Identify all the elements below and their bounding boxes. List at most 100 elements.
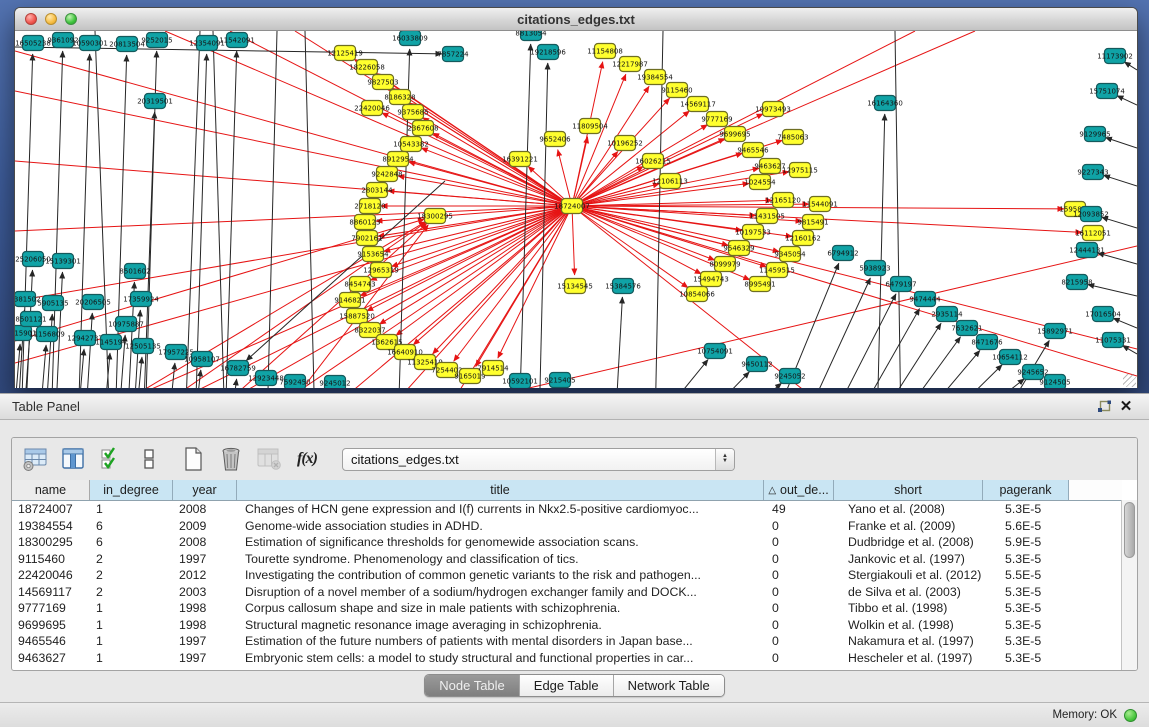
network-edge[interactable] (958, 379, 1024, 388)
table-cell[interactable]: 5.3E-5 (983, 584, 1069, 601)
network-node[interactable]: 9345054 (774, 247, 806, 262)
table-cell[interactable]: 18300295 (12, 534, 90, 551)
network-node[interactable]: 17359924 (123, 292, 159, 307)
table-cell[interactable]: 1 (90, 501, 173, 518)
unselect-all-columns-button[interactable] (136, 446, 162, 472)
table-cell[interactable]: Hescheler et al. (1997) (834, 650, 983, 667)
table-cell[interactable]: 18724007 (12, 501, 90, 518)
network-node[interactable]: 1145194 (95, 335, 127, 350)
table-cell[interactable]: 5.3E-5 (983, 633, 1069, 650)
table-cell[interactable]: Tourette syndrome. Phenomenology and cla… (237, 551, 764, 568)
network-node[interactable]: 5905135 (37, 296, 68, 311)
network-canvas[interactable]: 1872400712125419182260589827503818632893… (15, 31, 1137, 388)
network-node[interactable]: 9375685 (397, 105, 428, 120)
network-node[interactable]: 2935114 (931, 307, 963, 322)
network-node[interactable]: 16033809 (392, 31, 428, 46)
zoom-window-button[interactable] (65, 13, 77, 25)
network-node[interactable]: 11544091 (802, 197, 838, 212)
network-node[interactable]: 11173902 (1097, 49, 1133, 64)
network-node[interactable]: 7914514 (477, 361, 509, 376)
table-cell[interactable]: Dudbridge et al. (2008) (834, 534, 983, 551)
network-edge[interactable] (850, 309, 920, 388)
column-header-in_degree[interactable]: in_degree (90, 480, 173, 500)
network-edge[interactable] (1102, 217, 1137, 228)
close-window-button[interactable] (25, 13, 37, 25)
network-node[interactable]: 8501602 (119, 264, 150, 279)
network-node[interactable]: 2718120 (354, 199, 385, 214)
network-node[interactable]: 8215958 (1061, 275, 1092, 290)
network-node[interactable]: 8501121 (15, 312, 46, 327)
network-node[interactable]: 16112051 (1075, 226, 1111, 241)
table-cell[interactable]: Yano et al. (2008) (834, 501, 983, 518)
network-edge[interactable] (1088, 284, 1137, 296)
network-edge[interactable] (433, 206, 572, 354)
network-node[interactable]: 8912954 (382, 152, 414, 167)
table-cell[interactable]: 2 (90, 584, 173, 601)
table-cell[interactable]: 1 (90, 617, 173, 634)
network-node[interactable]: 11075331 (1095, 333, 1131, 348)
tab-network-table[interactable]: Network Table (614, 675, 724, 696)
network-edge[interactable] (103, 353, 110, 388)
network-window-titlebar[interactable]: citations_edges.txt (15, 8, 1137, 31)
network-node[interactable]: 9227343 (1077, 165, 1108, 180)
table-cell[interactable]: Structural magnetic resonance image aver… (237, 617, 764, 634)
table-cell[interactable]: 1997 (173, 633, 237, 650)
column-header-pagerank[interactable]: pagerank (983, 480, 1069, 500)
network-node[interactable]: 9474444 (909, 292, 941, 307)
network-edge[interactable] (15, 91, 572, 206)
network-node[interactable]: 9450112 (741, 357, 772, 372)
network-edge[interactable] (39, 345, 46, 388)
table-cell[interactable]: 1998 (173, 600, 237, 617)
table-row[interactable]: 946554611997Estimation of the future num… (12, 633, 1137, 650)
table-cell[interactable]: 9777169 (12, 600, 90, 617)
network-edge[interactable] (877, 114, 885, 388)
network-node[interactable]: 7592450 (279, 375, 310, 389)
table-cell[interactable]: 5.9E-5 (983, 534, 1069, 551)
network-node[interactable]: 9124505 (1039, 375, 1070, 389)
network-edge[interactable] (165, 31, 572, 206)
table-cell[interactable]: 9463627 (12, 650, 90, 667)
network-node[interactable]: 16164360 (867, 96, 903, 111)
memory-status-indicator[interactable] (1124, 709, 1137, 722)
network-node[interactable]: 9245052 (774, 369, 805, 384)
network-edge[interactable] (195, 54, 207, 388)
table-cell[interactable]: 2008 (173, 501, 237, 518)
network-node[interactable]: 15751074 (1089, 84, 1125, 99)
table-cell[interactable]: 0 (764, 518, 834, 535)
network-node[interactable]: 10592101 (502, 374, 538, 389)
network-node[interactable]: 16782759 (220, 361, 256, 376)
network-edge[interactable] (1105, 137, 1137, 148)
network-node[interactable]: 12217987 (612, 57, 648, 72)
network-node[interactable]: 15892971 (1037, 324, 1073, 339)
network-node[interactable]: 14569117 (680, 97, 716, 112)
tab-node-table[interactable]: Node Table (425, 675, 520, 696)
network-node[interactable]: 6794912 (827, 246, 858, 261)
table-cell[interactable]: 5.5E-5 (983, 567, 1069, 584)
network-edge[interactable] (15, 206, 572, 231)
network-edge[interactable] (1117, 96, 1137, 105)
table-cell[interactable]: 5.3E-5 (983, 617, 1069, 634)
network-node[interactable]: 12975115 (782, 163, 818, 178)
table-cell[interactable]: 2 (90, 567, 173, 584)
network-node[interactable]: 18300295 (417, 209, 453, 224)
table-cell[interactable]: Investigating the contribution of common… (237, 567, 764, 584)
table-cell[interactable]: 1997 (173, 650, 237, 667)
table-cell[interactable]: Corpus callosum shape and size in male p… (237, 600, 764, 617)
network-node[interactable]: 12106113 (652, 174, 688, 189)
network-node[interactable]: 8995491 (744, 277, 775, 292)
network-node[interactable]: 19218596 (530, 45, 566, 60)
table-cell[interactable]: 2009 (173, 518, 237, 535)
network-node[interactable]: 9129965 (1079, 127, 1110, 142)
network-node[interactable]: 10654112 (992, 350, 1028, 365)
network-node[interactable]: 22420046 (354, 101, 390, 116)
table-cell[interactable]: 5.3E-5 (983, 600, 1069, 617)
network-node[interactable]: 9652406 (539, 132, 571, 147)
network-node[interactable]: 10975887 (108, 317, 144, 332)
network-node[interactable]: 10854066 (679, 287, 715, 302)
network-node[interactable]: 8471676 (971, 335, 1003, 350)
create-new-column-button[interactable] (180, 446, 206, 472)
column-header-short[interactable]: short (834, 480, 983, 500)
column-header-title[interactable]: title (237, 480, 764, 500)
network-edge[interactable] (572, 98, 670, 206)
network-node[interactable]: 20319501 (137, 94, 173, 109)
